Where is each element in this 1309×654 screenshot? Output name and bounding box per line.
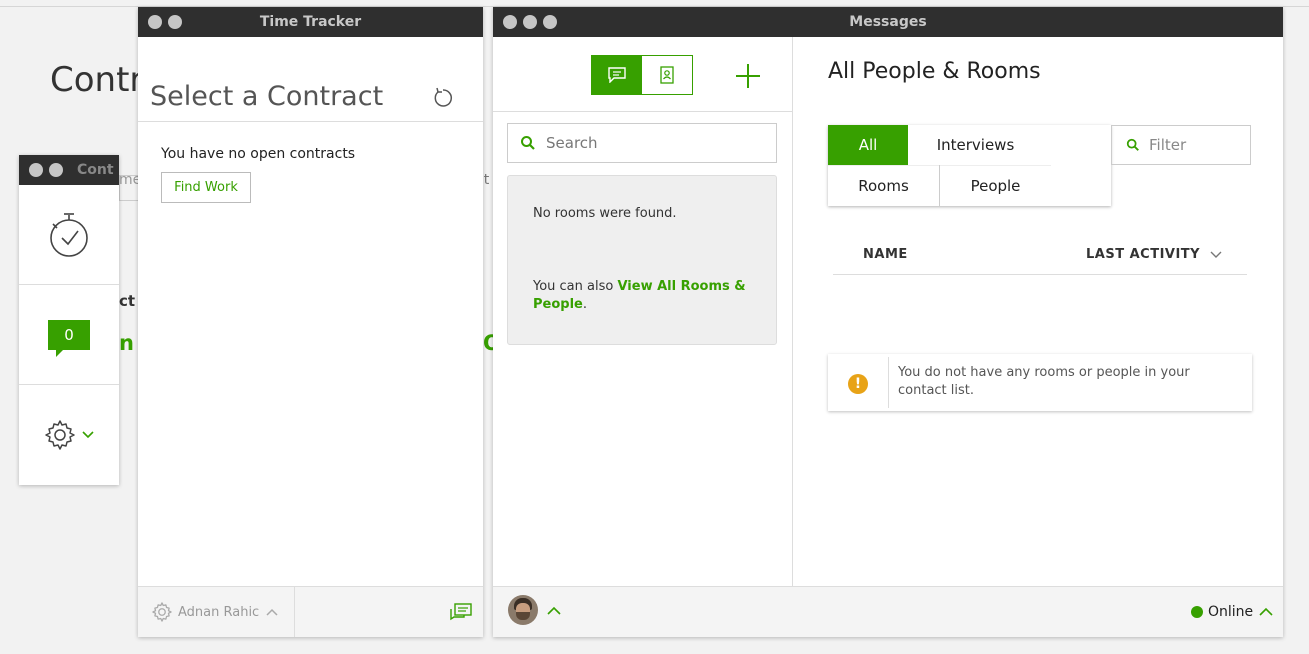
stopwatch-icon: [50, 212, 88, 257]
view-all-prefix: You can also: [533, 279, 618, 294]
chat-view-button[interactable]: [591, 55, 642, 95]
view-all-text: You can also View All Rooms & People.: [533, 278, 758, 314]
view-all-suffix: .: [582, 297, 587, 312]
messages-window: Messages Search No rooms were found. You…: [493, 7, 1283, 637]
no-rooms-panel: No rooms were found. You can also View A…: [507, 175, 777, 345]
chat-icon[interactable]: [450, 603, 472, 623]
no-contracts-text: You have no open contracts: [161, 146, 356, 162]
empty-notice-text: You do not have any rooms or people in y…: [898, 365, 1190, 398]
mini-window-title: Cont: [77, 162, 114, 178]
close-window-button[interactable]: [29, 163, 43, 177]
gear-icon: [152, 602, 172, 622]
search-placeholder: Search: [546, 134, 598, 152]
minimize-window-button[interactable]: [49, 163, 63, 177]
user-menu-button[interactable]: Adnan Rahic: [138, 587, 295, 637]
settings-button[interactable]: [19, 385, 119, 485]
column-last-activity-label: LAST ACTIVITY: [1086, 247, 1201, 262]
tab-people[interactable]: People: [940, 165, 1051, 206]
window-controls: [148, 15, 182, 29]
page-title: All People & Rooms: [828, 59, 1041, 84]
filter-input[interactable]: Filter: [1111, 125, 1251, 165]
messages-sidebar: Search No rooms were found. You can also…: [493, 37, 793, 586]
messages-badge-button[interactable]: 0: [19, 285, 119, 385]
filter-tabs: All Interviews Rooms People: [828, 125, 1111, 206]
chevron-down-icon: [82, 431, 94, 439]
table-header-divider: [833, 274, 1247, 275]
minimize-window-button[interactable]: [523, 15, 537, 29]
time-tracker-titlebar: Time Tracker: [138, 7, 483, 37]
messages-titlebar: Messages: [493, 7, 1283, 37]
warning-icon: !: [848, 374, 868, 394]
time-tracker-window: Time Tracker Select a Contract You have …: [138, 7, 483, 637]
mini-titlebar: Cont: [19, 155, 119, 185]
refresh-icon[interactable]: [432, 87, 454, 109]
background-fragment-n: n: [119, 331, 134, 355]
tab-all[interactable]: All: [828, 125, 908, 165]
search-icon: [1126, 138, 1139, 151]
divider: [493, 111, 793, 112]
online-status-dot: [1191, 606, 1203, 618]
search-input[interactable]: Search: [507, 123, 777, 163]
column-last-activity[interactable]: LAST ACTIVITY: [1086, 247, 1222, 262]
background-heading: Contr: [50, 60, 144, 100]
close-window-button[interactable]: [148, 15, 162, 29]
chat-bubble-icon: 0: [48, 319, 90, 357]
select-contract-heading: Select a Contract: [150, 81, 384, 112]
avatar[interactable]: [508, 595, 538, 625]
chevron-up-icon[interactable]: [1259, 607, 1273, 616]
messages-footer: Online: [493, 586, 1283, 637]
close-window-button[interactable]: [503, 15, 517, 29]
background-fragment-ct: ct: [119, 292, 136, 310]
time-tracker-title: Time Tracker: [259, 14, 362, 30]
filter-placeholder: Filter: [1149, 136, 1187, 154]
tab-rooms[interactable]: Rooms: [828, 165, 939, 206]
divider: [138, 121, 483, 122]
minimize-window-button[interactable]: [168, 15, 182, 29]
stopwatch-button[interactable]: [19, 185, 119, 285]
background-input-edge: [119, 175, 138, 201]
unread-count: 0: [64, 325, 74, 344]
chevron-down-icon: [1210, 251, 1222, 258]
online-status-label[interactable]: Online: [1208, 604, 1253, 620]
tab-interviews[interactable]: Interviews: [908, 125, 1043, 165]
empty-notice: ! You do not have any rooms or people in…: [828, 354, 1252, 411]
chevron-up-icon[interactable]: [547, 606, 561, 615]
search-icon: [521, 136, 535, 150]
mini-tracker-window: Cont 0: [19, 155, 119, 485]
messages-title: Messages: [849, 14, 927, 30]
notice-divider: [888, 357, 889, 408]
maximize-window-button[interactable]: [543, 15, 557, 29]
address-book-icon: [660, 66, 674, 84]
column-name[interactable]: NAME: [863, 247, 908, 262]
time-tracker-footer: Adnan Rahic: [138, 586, 483, 637]
user-name: Adnan Rahic: [178, 604, 260, 620]
contacts-view-button[interactable]: [641, 55, 693, 95]
window-controls: [29, 163, 63, 177]
add-icon[interactable]: [735, 63, 761, 89]
no-rooms-text: No rooms were found.: [533, 206, 677, 221]
find-work-button[interactable]: Find Work: [161, 172, 251, 203]
chevron-up-icon: [266, 608, 278, 616]
gear-icon: [45, 420, 75, 450]
message-icon: [607, 67, 626, 83]
window-controls: [503, 15, 557, 29]
